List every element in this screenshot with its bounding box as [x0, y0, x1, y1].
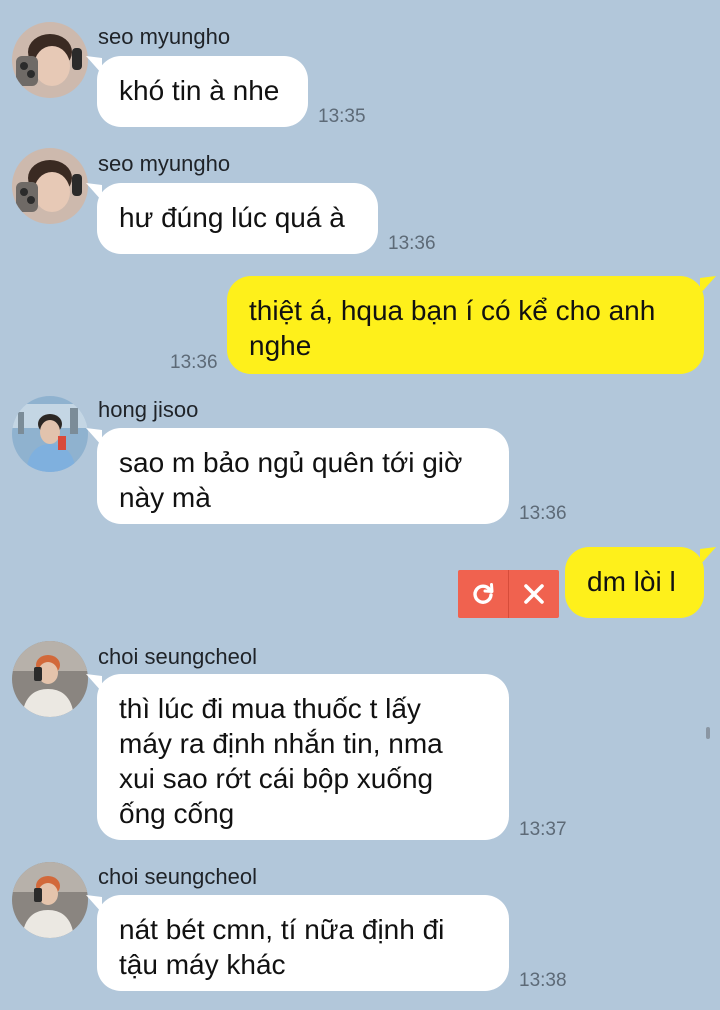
bubble-tail: [700, 547, 716, 565]
message-time: 13:36: [519, 503, 567, 524]
sender-name: choi seungcheol: [98, 644, 258, 669]
avatar[interactable]: [12, 396, 88, 472]
avatar[interactable]: [12, 22, 88, 98]
message-time: 13:36: [170, 352, 218, 373]
retry-icon: [473, 583, 494, 604]
message-bubble[interactable]: thì lúc đi mua thuốc t lấy máy ra định n…: [97, 674, 509, 840]
bubble-tail: [700, 276, 716, 294]
message-bubble[interactable]: dm lòi l: [565, 547, 704, 618]
message-time: 13:37: [519, 819, 567, 840]
message-bubble[interactable]: thiệt á, hqua bạn í có kể cho anh nghe: [227, 276, 704, 374]
avatar[interactable]: [12, 641, 88, 717]
sender-name: choi seungcheol: [98, 864, 258, 889]
avatar[interactable]: [12, 862, 88, 938]
message-bubble[interactable]: nát bét cmn, tí nữa định đi tậu máy khác: [97, 895, 509, 991]
scrollbar-thumb[interactable]: [706, 727, 710, 739]
message-time: 13:38: [519, 970, 567, 991]
sender-name: hong jisoo: [98, 397, 199, 422]
sender-name: seo myungho: [98, 151, 231, 176]
message-time: 13:36: [388, 233, 436, 254]
message-time: 13:35: [318, 106, 366, 127]
retry-button[interactable]: [458, 570, 508, 618]
delete-button[interactable]: [508, 570, 559, 618]
message-bubble[interactable]: hư đúng lúc quá à: [97, 183, 378, 254]
failed-message-actions: [458, 570, 559, 618]
message-bubble[interactable]: khó tin à nhe: [97, 56, 308, 127]
close-icon: [524, 584, 544, 604]
message-bubble[interactable]: sao m bảo ngủ quên tới giờ này mà: [97, 428, 509, 524]
avatar[interactable]: [12, 148, 88, 224]
sender-name: seo myungho: [98, 24, 231, 49]
